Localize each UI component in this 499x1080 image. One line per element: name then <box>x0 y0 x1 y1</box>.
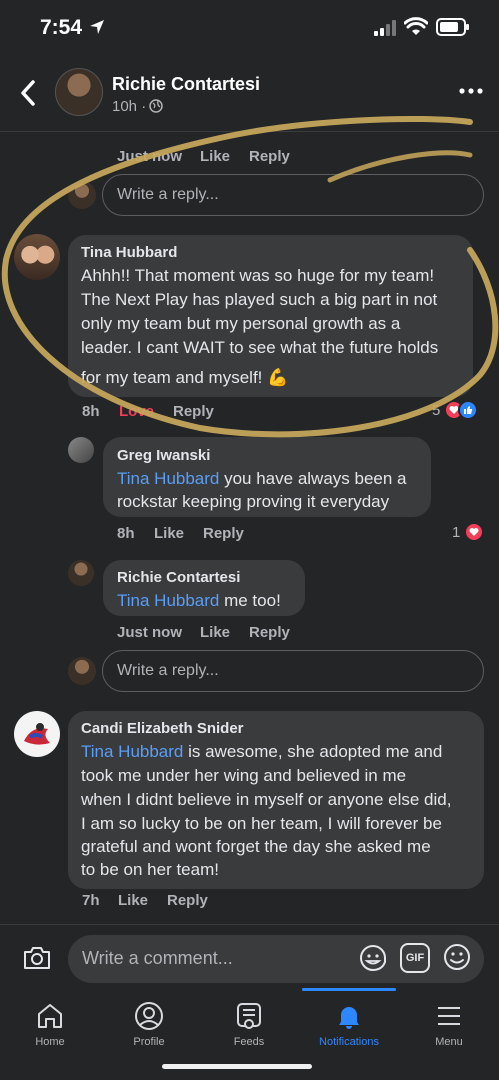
more-options-icon[interactable] <box>458 84 484 98</box>
mention-link[interactable]: Tina Hubbard <box>81 742 183 761</box>
commenter-avatar[interactable] <box>68 560 94 586</box>
location-arrow-icon <box>90 20 104 34</box>
comment-author[interactable]: Candi Elizabeth Snider <box>81 720 244 737</box>
gif-button[interactable]: GIF <box>400 943 430 973</box>
comment-text-line: Tina Hubbard is awesome, she adopted me … <box>81 740 442 764</box>
status-time: 7:54 <box>40 16 83 39</box>
tab-label: Profile <box>133 1036 165 1048</box>
mention-link[interactable]: Tina Hubbard <box>117 469 219 488</box>
comment-text-line: to be on her team! <box>81 860 219 879</box>
comment-time: Just now <box>117 624 183 641</box>
comment-like-button[interactable]: Like <box>200 624 230 641</box>
tab-home[interactable]: Home <box>0 988 100 1058</box>
author-avatar[interactable] <box>55 68 103 116</box>
sticker-icon[interactable] <box>358 943 388 973</box>
like-reaction-icon <box>458 400 479 420</box>
mention-link[interactable]: Tina Hubbard <box>117 591 219 610</box>
camera-icon[interactable] <box>22 945 52 971</box>
status-bar: 7:54 <box>0 0 499 60</box>
love-reaction-button[interactable]: Love <box>119 403 154 420</box>
globe-icon <box>149 99 163 113</box>
reply-input-placeholder: Write a reply... <box>117 186 219 203</box>
post-header: Richie Contartesi 10h · <box>0 62 499 132</box>
menu-icon <box>438 1007 460 1025</box>
tab-label: Menu <box>435 1036 463 1048</box>
comment-text-line: Tina Hubbard you have always been a <box>117 467 407 491</box>
tab-profile[interactable]: Profile <box>99 988 199 1058</box>
comment-text: you have always been a <box>219 469 407 488</box>
comment-text: me too! <box>219 591 281 610</box>
comment-time: 8h <box>117 525 135 542</box>
author-name[interactable]: Richie Contartesi <box>112 74 260 95</box>
post-time-text: 10h · <box>112 98 147 115</box>
prev-reply-button[interactable]: Reply <box>249 148 290 165</box>
home-indicator <box>162 1064 312 1069</box>
comment-time: 8h <box>82 403 100 420</box>
wifi-icon <box>404 17 428 35</box>
comment-input-placeholder: Write a comment... <box>82 948 233 968</box>
cellular-signal-icon <box>374 20 396 36</box>
commenter-avatar[interactable] <box>68 437 94 463</box>
back-chevron-icon[interactable] <box>16 78 42 108</box>
comment-text-line: Tina Hubbard me too! <box>117 589 281 613</box>
tab-label: Notifications <box>319 1036 379 1048</box>
comment-text-line: I am so lucky to be on her team, I will … <box>81 814 442 833</box>
comment-text: is awesome, she adopted me and <box>183 742 443 761</box>
heart-reaction-icon <box>464 522 485 542</box>
tab-label: Home <box>35 1036 65 1048</box>
bell-icon <box>339 1007 359 1029</box>
comment-reply-button[interactable]: Reply <box>249 624 290 641</box>
comment-text-line: for my team and myself! 💪 <box>81 368 289 387</box>
commenter-avatar[interactable] <box>14 234 60 280</box>
reply-input[interactable]: Write a reply... <box>102 650 484 692</box>
comment-text-line: only my team but my personal growth as a <box>81 314 401 333</box>
reaction-summary[interactable]: 1 <box>452 522 485 542</box>
avatar-illustration <box>24 723 50 745</box>
post-time: 10h · <box>112 98 163 115</box>
reaction-count: 5 <box>432 401 441 419</box>
gif-label: GIF <box>405 952 425 964</box>
tab-notifications[interactable]: Notifications <box>299 988 399 1058</box>
comment-text-line: took me under her wing and believed in m… <box>81 766 407 785</box>
commenter-avatar[interactable] <box>14 711 60 757</box>
comment-time: 7h <box>82 892 100 909</box>
comment-text-line: The Next Play has played such a big part… <box>81 290 438 309</box>
feeds-icon <box>237 1003 261 1029</box>
tab-menu[interactable]: Menu <box>399 988 499 1058</box>
reply-input[interactable]: Write a reply... <box>102 174 484 216</box>
battery-icon <box>436 18 469 36</box>
comment-text-line: grateful and wont forget the day she ask… <box>81 837 431 856</box>
comment-reply-button[interactable]: Reply <box>173 403 214 420</box>
comment-author[interactable]: Tina Hubbard <box>81 244 177 261</box>
prev-like-button[interactable]: Like <box>200 148 230 165</box>
comment-text-line: rockstar keeping proving it everyday <box>117 492 390 511</box>
comment-author[interactable]: Richie Contartesi <box>117 569 240 586</box>
emoji-icon[interactable] <box>442 942 472 972</box>
tab-feeds[interactable]: Feeds <box>199 988 299 1058</box>
comment-author[interactable]: Greg Iwanski <box>117 447 210 464</box>
tab-label: Feeds <box>233 1036 265 1048</box>
comment-like-button[interactable]: Like <box>154 525 184 542</box>
my-avatar <box>68 657 96 685</box>
comment-reply-button[interactable]: Reply <box>167 892 208 909</box>
comment-text-line: when I didnt believe in myself or anyone… <box>81 790 452 809</box>
reaction-count: 1 <box>452 523 461 541</box>
comment-text-line: leader. I cant WAIT to see what the futu… <box>81 338 439 357</box>
comment-like-button[interactable]: Like <box>118 892 148 909</box>
prev-time: Just now <box>117 148 183 165</box>
comment-reply-button[interactable]: Reply <box>203 525 244 542</box>
reaction-summary[interactable]: 5 <box>432 400 479 420</box>
comment-text-line: Ahhh!! That moment was so huge for my te… <box>81 266 435 285</box>
my-avatar <box>68 181 96 209</box>
home-icon <box>38 1004 62 1028</box>
profile-icon <box>135 1002 163 1030</box>
reply-input-placeholder: Write a reply... <box>117 662 219 679</box>
comment-composer: Write a comment... GIF <box>0 924 499 994</box>
